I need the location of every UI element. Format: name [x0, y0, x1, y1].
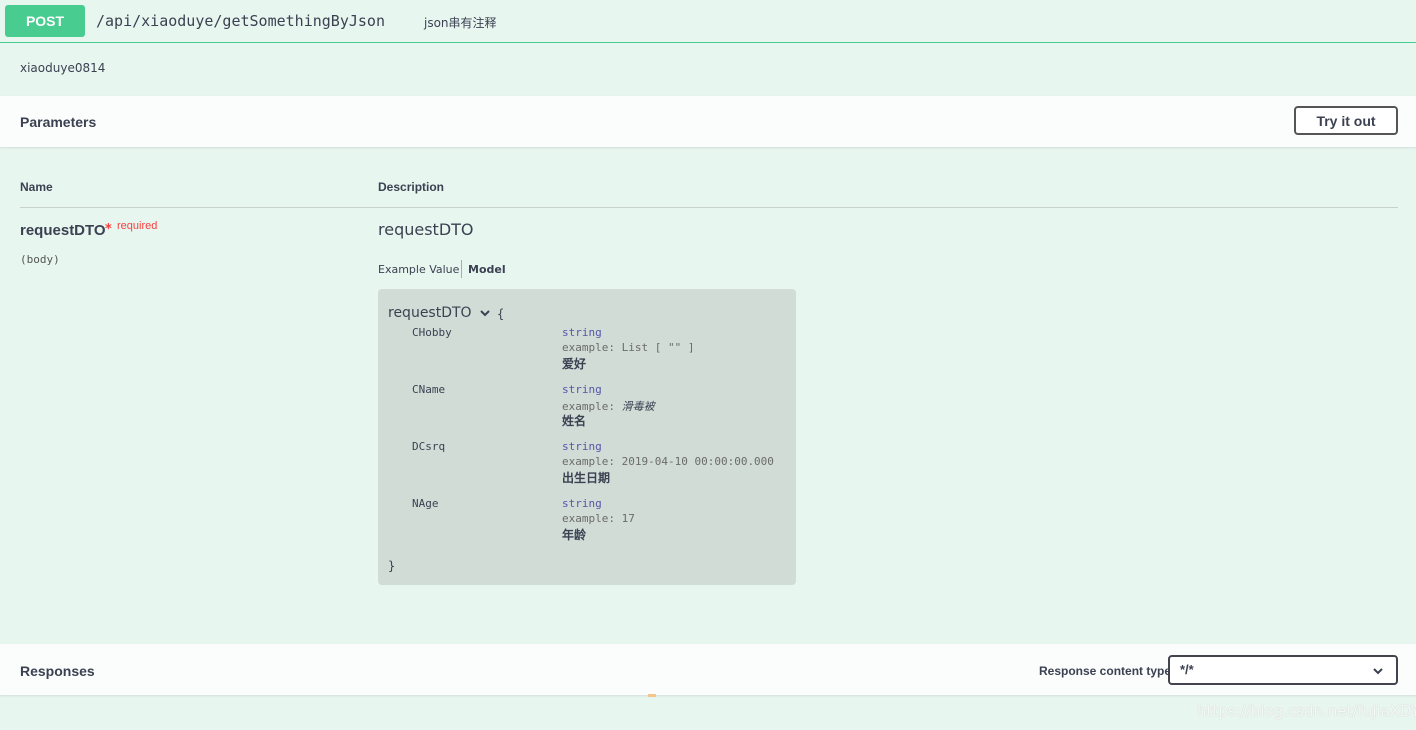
property-name: DCsrq — [412, 440, 446, 453]
property-name: NAge — [412, 497, 439, 510]
tab-model[interactable]: Model — [468, 263, 506, 276]
model-brace-open: { — [497, 307, 505, 321]
responses-header: Responses Response content type */* — [0, 644, 1416, 695]
property-example: example: 17 — [562, 512, 635, 525]
parameter-name: requestDTO — [20, 222, 106, 239]
parameters-header: Parameters Try it out — [0, 96, 1416, 147]
example-label: example: — [562, 512, 615, 525]
response-content-type-select[interactable]: */* — [1168, 655, 1398, 685]
responses-title: Responses — [20, 663, 95, 679]
method-badge: POST — [5, 5, 85, 37]
property-description: 出生日期 — [562, 471, 611, 485]
property-type: string — [562, 383, 602, 396]
tab-separator — [461, 260, 462, 278]
example-value: List [ "" ] — [621, 341, 695, 354]
try-it-out-button[interactable]: Try it out — [1294, 106, 1398, 135]
operation-description: xiaoduye0814 — [20, 61, 106, 75]
scroll-indicator — [648, 694, 656, 697]
tab-example-value[interactable]: Example Value — [378, 263, 459, 276]
chevron-down-icon[interactable] — [479, 307, 491, 319]
property-type: string — [562, 440, 602, 453]
column-header-description: Description — [378, 180, 445, 194]
endpoint-path: /api/xiaoduye/getSomethingByJson — [96, 12, 385, 30]
example-value: 17 — [621, 512, 635, 525]
model-title[interactable]: requestDTO — [388, 305, 472, 321]
model-box: requestDTO { CHobby string example: List… — [378, 289, 796, 585]
watermark-text: https://blog.csdn.net/fujiaXDY — [1197, 702, 1416, 720]
chevron-down-icon — [1373, 668, 1383, 675]
property-type: string — [562, 497, 602, 510]
example-label: example: — [562, 341, 615, 354]
column-header-name: Name — [20, 180, 53, 194]
property-name: CHobby — [412, 326, 452, 339]
property-description: 爱好 — [562, 357, 587, 371]
model-brace-close: } — [388, 559, 396, 573]
property-example: example: List [ "" ] — [562, 341, 694, 354]
example-value: 滑毒被 — [621, 400, 655, 413]
table-divider — [20, 207, 1398, 208]
property-type: string — [562, 326, 602, 339]
parameters-title: Parameters — [20, 114, 97, 130]
example-label: example: — [562, 455, 615, 468]
operation-summary[interactable]: POST /api/xiaoduye/getSomethingByJson js… — [0, 0, 1416, 43]
property-description: 姓名 — [562, 414, 587, 428]
parameter-description: requestDTO — [378, 220, 474, 239]
required-label: required — [117, 220, 158, 232]
property-description: 年龄 — [562, 528, 587, 542]
parameter-location: (body) — [20, 253, 60, 266]
response-content-type-label: Response content type — [1039, 664, 1172, 678]
example-value: 2019-04-10 00:00:00.000 — [621, 455, 774, 468]
required-star: * — [105, 222, 112, 237]
property-name: CName — [412, 383, 446, 396]
summary-description: json串有注释 — [424, 16, 497, 30]
content-type-value: */* — [1180, 662, 1194, 677]
property-example: example: 2019-04-10 00:00:00.000 — [562, 455, 774, 468]
